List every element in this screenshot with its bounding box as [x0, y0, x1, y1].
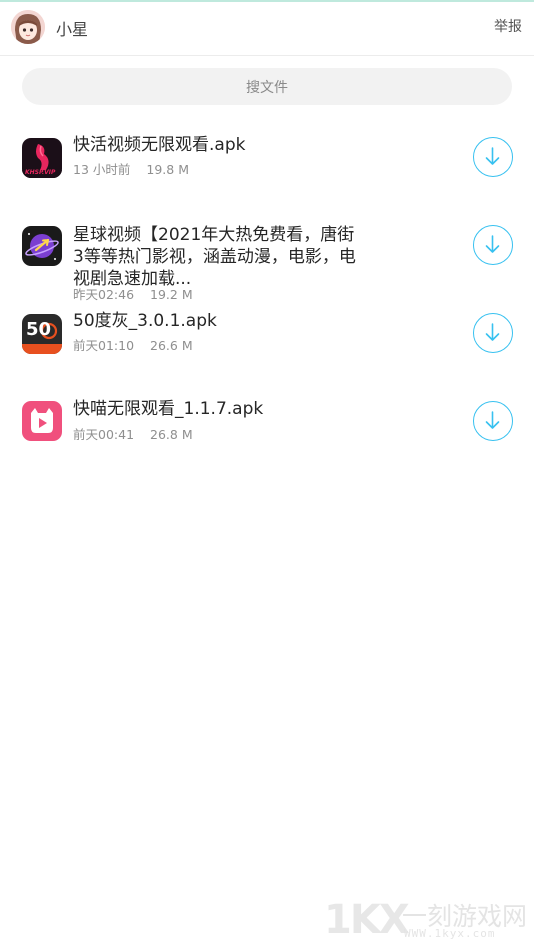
khsp-app-icon: KHSP.VIP: [22, 138, 62, 178]
file-name: 快活视频无限观看.apk: [73, 135, 246, 155]
file-time: 前天00:41: [73, 427, 135, 442]
download-button[interactable]: [473, 225, 513, 265]
watermark: 1KX 一刻游戏网 WWW.1kyx.com: [322, 895, 534, 943]
file-size: 26.8 M: [150, 427, 193, 442]
file-name: 50度灰_3.0.1.apk: [73, 311, 217, 331]
username[interactable]: 小星: [56, 16, 88, 40]
anime-girl-avatar-icon: [11, 10, 45, 44]
file-meta: 13 小时前 19.8 M: [73, 159, 189, 178]
search-placeholder: 搜文件: [246, 80, 288, 96]
download-button[interactable]: [473, 313, 513, 353]
file-meta: 前天00:41 26.8 M: [73, 424, 193, 443]
file-size: 26.6 M: [150, 338, 193, 353]
report-button[interactable]: 举报: [494, 16, 522, 36]
cat-app-icon: [22, 401, 62, 441]
avatar[interactable]: [11, 10, 45, 44]
download-arrow-icon: [485, 147, 500, 165]
page: 小星 举报 搜文件 KHSP.VIP 快活视频无限观看.apk 13 小时前 19…: [0, 0, 534, 949]
download-button[interactable]: [473, 137, 513, 177]
khsp-icon-text: KHSP.VIP: [25, 169, 56, 176]
download-arrow-icon: [485, 323, 500, 341]
file-time: 13 小时前: [73, 162, 131, 177]
fifty-icon-text: 50: [26, 319, 52, 340]
download-arrow-icon: [485, 411, 500, 429]
file-name: 星球视频【2021年大热免费看，唐街3等等热门影视，涵盖动漫，电影，电视剧急速加…: [73, 225, 356, 289]
file-time: 前天01:10: [73, 338, 135, 353]
download-button[interactable]: [473, 401, 513, 441]
list-item[interactable]: KHSP.VIP 快活视频无限观看.apk 13 小时前 19.8 M: [0, 130, 534, 190]
file-size: 19.2 M: [150, 287, 193, 302]
file-name: 快喵无限观看_1.1.7.apk: [73, 399, 264, 419]
list-item[interactable]: 50 50度灰_3.0.1.apk 前天01:10 26.6 M: [0, 306, 534, 366]
list-item[interactable]: 快喵无限观看_1.1.7.apk 前天00:41 26.8 M: [0, 394, 534, 454]
file-size: 19.8 M: [146, 162, 189, 177]
watermark-logo: 1KX: [324, 897, 410, 943]
fifty-app-icon: 50: [22, 314, 62, 354]
file-time: 昨天02:46: [73, 287, 135, 302]
search-input[interactable]: 搜文件: [22, 68, 512, 105]
header: 小星 举报: [0, 2, 534, 56]
list-item[interactable]: 星球视频【2021年大热免费看，唐街3等等热门影视，涵盖动漫，电影，电视剧急速加…: [0, 218, 534, 302]
watermark-url: WWW.1kyx.com: [404, 927, 496, 940]
planet-app-icon: [22, 226, 62, 266]
download-arrow-icon: [485, 235, 500, 253]
file-meta: 前天01:10 26.6 M: [73, 335, 193, 354]
file-meta: 昨天02:46 19.2 M: [73, 284, 193, 303]
